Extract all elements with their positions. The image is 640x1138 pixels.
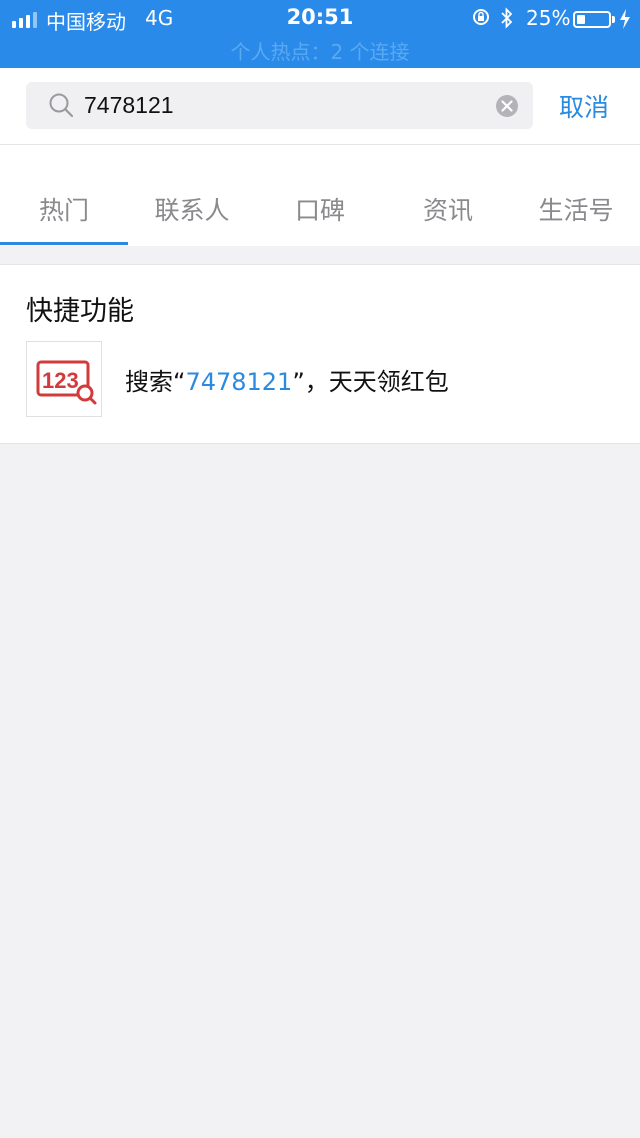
- number-search-icon: 123: [26, 341, 102, 417]
- search-box[interactable]: [26, 82, 533, 129]
- search-input[interactable]: [84, 82, 484, 129]
- battery-icon: [573, 11, 611, 28]
- charging-icon: [620, 9, 630, 29]
- tab-contacts[interactable]: 联系人: [128, 145, 256, 246]
- quick-item-search-red-packet[interactable]: 123 搜索“7478121”，天天领红包: [26, 341, 626, 418]
- quick-item-label: 搜索“7478121”，天天领红包: [125, 362, 449, 397]
- status-bar: 中国移动 4G 20:51 25% 个人热点：2 个连接: [0, 0, 640, 68]
- hotspot-banner[interactable]: 个人热点：2 个连接: [0, 36, 640, 65]
- battery-percent: 25%: [526, 6, 571, 30]
- label-suffix: ”，天天领红包: [292, 368, 449, 396]
- status-row: 中国移动 4G 20:51 25%: [0, 4, 640, 34]
- battery-cap: [612, 16, 615, 23]
- active-tab-indicator: [0, 242, 128, 245]
- icon-number-text: 123: [42, 368, 79, 393]
- search-icon: [49, 93, 74, 118]
- close-icon: [501, 100, 513, 112]
- tab-hot[interactable]: 热门: [0, 145, 128, 246]
- clear-icon[interactable]: [496, 95, 518, 117]
- bluetooth-icon: [501, 7, 513, 29]
- tab-bar: 热门 联系人 口碑 资讯 生活号: [0, 145, 640, 246]
- label-query: 7478121: [185, 368, 293, 396]
- cancel-button[interactable]: 取消: [559, 88, 609, 124]
- label-prefix: 搜索“: [125, 368, 186, 396]
- tab-news[interactable]: 资讯: [384, 145, 512, 246]
- tab-life-accounts[interactable]: 生活号: [512, 145, 640, 246]
- search-header: 取消: [0, 68, 640, 145]
- tab-koubei[interactable]: 口碑: [256, 145, 384, 246]
- section-title: 快捷功能: [26, 296, 134, 327]
- quick-functions-section: 快捷功能 123 搜索“7478121”，天天领红包: [0, 264, 640, 444]
- rotation-lock-icon: [473, 9, 489, 25]
